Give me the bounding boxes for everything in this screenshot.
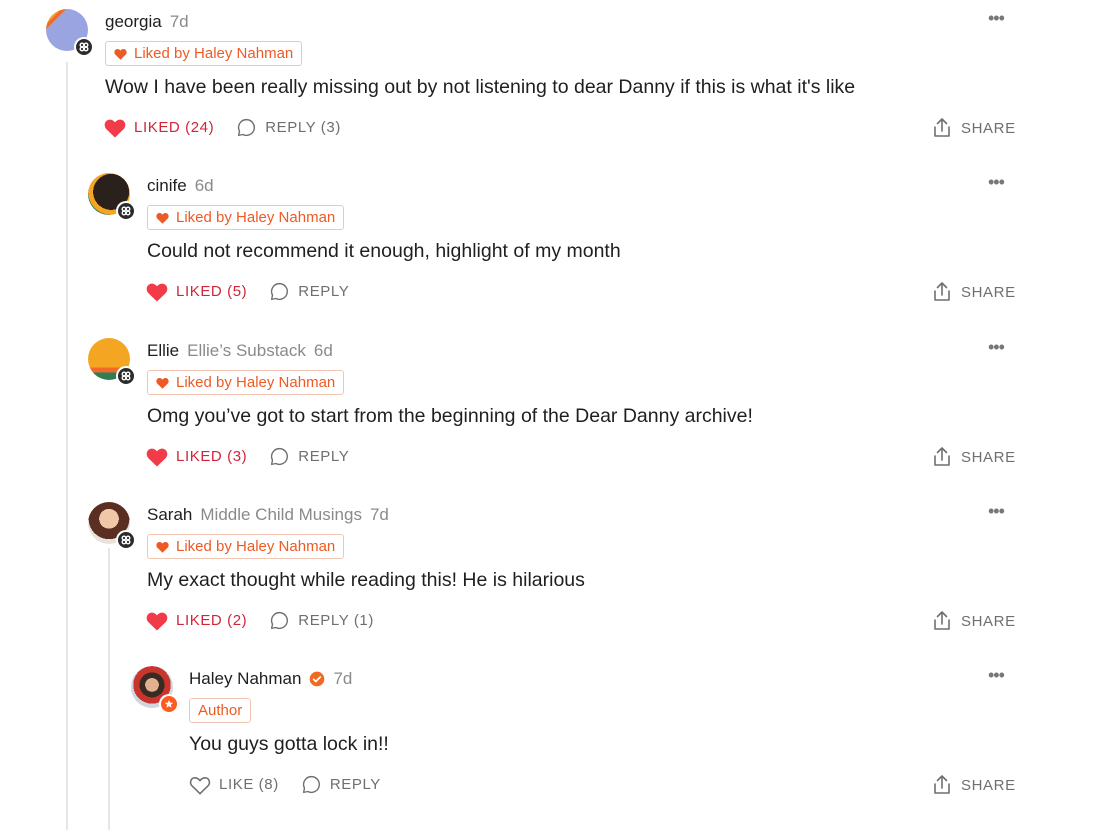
- more-icon[interactable]: •••: [988, 501, 1005, 522]
- share-label: SHARE: [961, 283, 1016, 301]
- share-icon: [934, 282, 950, 301]
- reply-label: REPLY: [329, 776, 381, 793]
- share-icon: [934, 118, 950, 137]
- author-chip: Author: [189, 698, 252, 723]
- heart-icon: [146, 283, 168, 302]
- timestamp[interactable]: 6d: [195, 176, 214, 196]
- reply-label: REPLY: [298, 448, 350, 465]
- timestamp[interactable]: 7d: [370, 505, 389, 525]
- like-button[interactable]: LIKED (2): [146, 611, 247, 631]
- reply-button[interactable]: REPLY: [269, 446, 349, 467]
- reply-bubble-icon: [271, 611, 289, 630]
- reply-label: REPLY (3): [265, 119, 341, 136]
- reply-bubble-icon: [271, 282, 289, 301]
- reply-bubble-icon: [238, 118, 256, 137]
- heart-icon: [146, 612, 168, 631]
- chip-label: Liked by Haley Nahman: [176, 209, 336, 226]
- share-button[interactable]: SHARE: [932, 281, 1016, 303]
- avatar[interactable]: [88, 338, 136, 386]
- reply-button[interactable]: REPLY (1): [269, 610, 374, 631]
- share-label: SHARE: [961, 776, 1016, 794]
- share-label: SHARE: [961, 612, 1016, 630]
- publication-name[interactable]: Ellie’s Substack: [187, 341, 306, 361]
- author-name[interactable]: Ellie: [147, 341, 179, 361]
- author-name[interactable]: georgia: [105, 12, 162, 32]
- substack-badge-icon: [116, 366, 136, 386]
- more-icon[interactable]: •••: [988, 665, 1005, 686]
- thread-line-root: [66, 62, 68, 830]
- thread-line-sarah: [108, 548, 110, 830]
- timestamp[interactable]: 7d: [170, 12, 189, 32]
- timestamp[interactable]: 6d: [314, 341, 333, 361]
- like-label: LIKE (8): [219, 776, 279, 793]
- chip-label: Author: [198, 702, 243, 719]
- comment-text: Omg you’ve got to start from the beginni…: [147, 405, 753, 427]
- substack-badge-icon: [116, 201, 136, 221]
- reply-bubble-icon: [271, 447, 289, 466]
- publication-name[interactable]: Middle Child Musings: [200, 505, 362, 525]
- like-label: LIKED (2): [176, 612, 248, 629]
- reply-button[interactable]: REPLY: [269, 281, 349, 302]
- like-button[interactable]: LIKE (8): [189, 775, 279, 795]
- reply-button[interactable]: REPLY (3): [236, 117, 341, 138]
- heart-icon: [114, 48, 127, 60]
- avatar[interactable]: [46, 9, 94, 57]
- like-label: LIKED (3): [176, 448, 248, 465]
- comment-text: Wow I have been really missing out by no…: [105, 76, 856, 98]
- substack-badge-icon: [74, 37, 94, 57]
- share-label: SHARE: [961, 119, 1016, 137]
- avatar[interactable]: [88, 173, 136, 221]
- reply-label: REPLY (1): [298, 612, 374, 629]
- like-button[interactable]: LIKED (5): [146, 282, 247, 302]
- share-label: SHARE: [961, 448, 1016, 466]
- like-button[interactable]: LIKED (24): [104, 118, 214, 138]
- chip-label: Liked by Haley Nahman: [176, 374, 336, 391]
- more-icon[interactable]: •••: [988, 337, 1005, 358]
- author-name[interactable]: Haley Nahman: [189, 669, 301, 689]
- liked-by-author-chip: Liked by Haley Nahman: [147, 534, 345, 559]
- share-button[interactable]: SHARE: [932, 446, 1016, 468]
- like-label: LIKED (24): [134, 119, 215, 136]
- reply-label: REPLY: [298, 283, 350, 300]
- heart-icon: [156, 541, 169, 553]
- like-label: LIKED (5): [176, 283, 248, 300]
- heart-icon: [189, 776, 211, 795]
- liked-by-author-chip: Liked by Haley Nahman: [105, 41, 303, 66]
- share-icon: [934, 447, 950, 466]
- share-button[interactable]: SHARE: [932, 610, 1016, 632]
- comment-text: My exact thought while reading this! He …: [147, 569, 585, 591]
- timestamp[interactable]: 7d: [333, 669, 352, 689]
- share-icon: [934, 611, 950, 630]
- substack-badge-icon: [116, 530, 136, 550]
- heart-icon: [104, 119, 126, 138]
- avatar[interactable]: [88, 502, 136, 550]
- heart-icon: [146, 448, 168, 467]
- author-name[interactable]: cinife: [147, 176, 187, 196]
- liked-by-author-chip: Liked by Haley Nahman: [147, 205, 345, 230]
- verified-check-icon: [310, 671, 325, 687]
- heart-icon: [156, 212, 169, 224]
- author-name[interactable]: Sarah: [147, 505, 192, 525]
- heart-icon: [156, 377, 169, 389]
- liked-by-author-chip: Liked by Haley Nahman: [147, 370, 345, 395]
- share-icon: [934, 775, 950, 794]
- reply-bubble-icon: [302, 775, 320, 794]
- comment-text: You guys gotta lock in!!: [189, 733, 389, 755]
- share-button[interactable]: SHARE: [932, 117, 1016, 139]
- share-button[interactable]: SHARE: [932, 774, 1016, 796]
- more-icon[interactable]: •••: [988, 8, 1005, 29]
- avatar[interactable]: [131, 666, 179, 714]
- comment-text: Could not recommend it enough, highlight…: [147, 240, 621, 262]
- like-button[interactable]: LIKED (3): [146, 447, 247, 467]
- reply-button[interactable]: REPLY: [301, 774, 381, 795]
- chip-label: Liked by Haley Nahman: [134, 45, 294, 62]
- author-star-icon: [159, 694, 179, 714]
- more-icon[interactable]: •••: [988, 172, 1005, 193]
- chip-label: Liked by Haley Nahman: [176, 538, 336, 555]
